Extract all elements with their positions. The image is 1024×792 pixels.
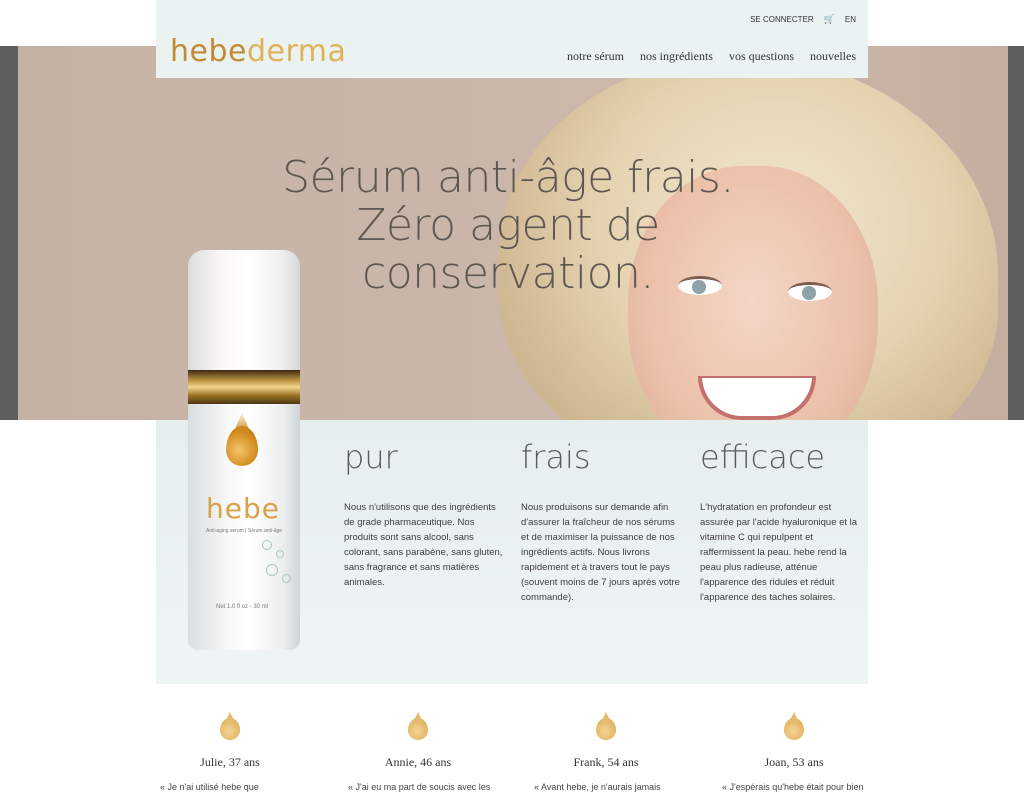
drop-icon [220, 712, 240, 740]
hero-title-line: Zéro agent de [356, 200, 660, 251]
bottle-body: hebe Anti-aging serum | Sérum anti-âge N… [188, 404, 300, 650]
hero-title: Sérum anti-âge frais. Zéro agent de cons… [228, 154, 788, 298]
login-link[interactable]: SE CONNECTER [750, 15, 814, 24]
language-switch[interactable]: EN [845, 15, 856, 24]
feature-efficace: efficace L'hydratation en profondeur est… [700, 438, 860, 605]
drop-icon [226, 426, 258, 466]
drop-icon [596, 712, 616, 740]
feature-frais: frais Nous produisons sur demande afin d… [521, 438, 681, 605]
logo[interactable]: hebederma [170, 34, 346, 69]
product-bottle-image: hebe Anti-aging serum | Sérum anti-âge N… [188, 250, 300, 650]
testimonial-card: Annie, 46 ans « J'ai eu ma part de souci… [328, 712, 508, 792]
testimonial-quote: « J'espérais qu'hebe était pour bien [722, 782, 864, 792]
feature-pur: pur Nous n'utilisons que des ingrédients… [344, 438, 504, 590]
cart-icon[interactable]: 🛒 [824, 14, 835, 25]
testimonial-quote: « Avant hebe, je n'aurais jamais [534, 782, 661, 792]
feature-title: pur [344, 438, 398, 476]
nav-item-ingredients[interactable]: nos ingrédients [640, 49, 713, 64]
testimonial-card: Frank, 54 ans « Avant hebe, je n'aurais … [516, 712, 696, 792]
logo-part-hebe: hebe [170, 34, 247, 69]
hero-side-bar-left [0, 46, 18, 420]
testimonial-card: Joan, 53 ans « J'espérais qu'hebe était … [704, 712, 884, 792]
bottle-gold-band [188, 370, 300, 404]
bottle-brand: hebe [206, 492, 280, 525]
hero-model-eye-right [788, 282, 832, 301]
testimonial-name: Julie, 37 ans [200, 755, 260, 769]
testimonial-quote: « Je n'ai utilisé hebe que [160, 782, 259, 792]
logo-part-derma: derma [246, 34, 347, 69]
nav-item-news[interactable]: nouvelles [810, 49, 856, 64]
hero-title-line: Sérum anti-âge frais. [282, 152, 734, 203]
feature-title: frais [521, 438, 591, 476]
hero-side-bar-right [1008, 46, 1024, 420]
bottle-bubbles [258, 534, 298, 594]
testimonial-card: Julie, 37 ans « Je n'ai utilisé hebe que [140, 712, 320, 792]
bottle-volume: Net 1.0 fl oz - 30 ml [216, 604, 269, 610]
bottle-cap [188, 250, 300, 372]
testimonial-name: Frank, 54 ans [573, 755, 639, 769]
nav-item-questions[interactable]: vos questions [729, 49, 794, 64]
testimonial-name: Annie, 46 ans [384, 755, 452, 769]
drop-icon [408, 712, 428, 740]
testimonial-name: Joan, 53 ans [764, 755, 824, 769]
feature-text: Nous n'utilisons que des ingrédients de … [344, 502, 503, 588]
testimonial-quote: « J'ai eu ma part de soucis avec les [348, 782, 491, 792]
hero-title-line: conservation. [362, 248, 654, 299]
feature-text: Nous produisons sur demande afin d'assur… [521, 502, 680, 603]
hero-model-smile [698, 376, 816, 420]
nav-item-serum[interactable]: notre sérum [567, 49, 624, 64]
feature-text: L'hydratation en profondeur est assurée … [700, 502, 858, 603]
drop-icon [784, 712, 804, 740]
top-utility-links: SE CONNECTER 🛒 EN [750, 14, 856, 25]
hero-banner: Sérum anti-âge frais. Zéro agent de cons… [18, 46, 1008, 420]
feature-title: efficace [700, 438, 826, 476]
main-nav: notre sérum nos ingrédients vos question… [567, 49, 856, 64]
site-header: hebederma SE CONNECTER 🛒 EN notre sérum … [156, 0, 868, 78]
